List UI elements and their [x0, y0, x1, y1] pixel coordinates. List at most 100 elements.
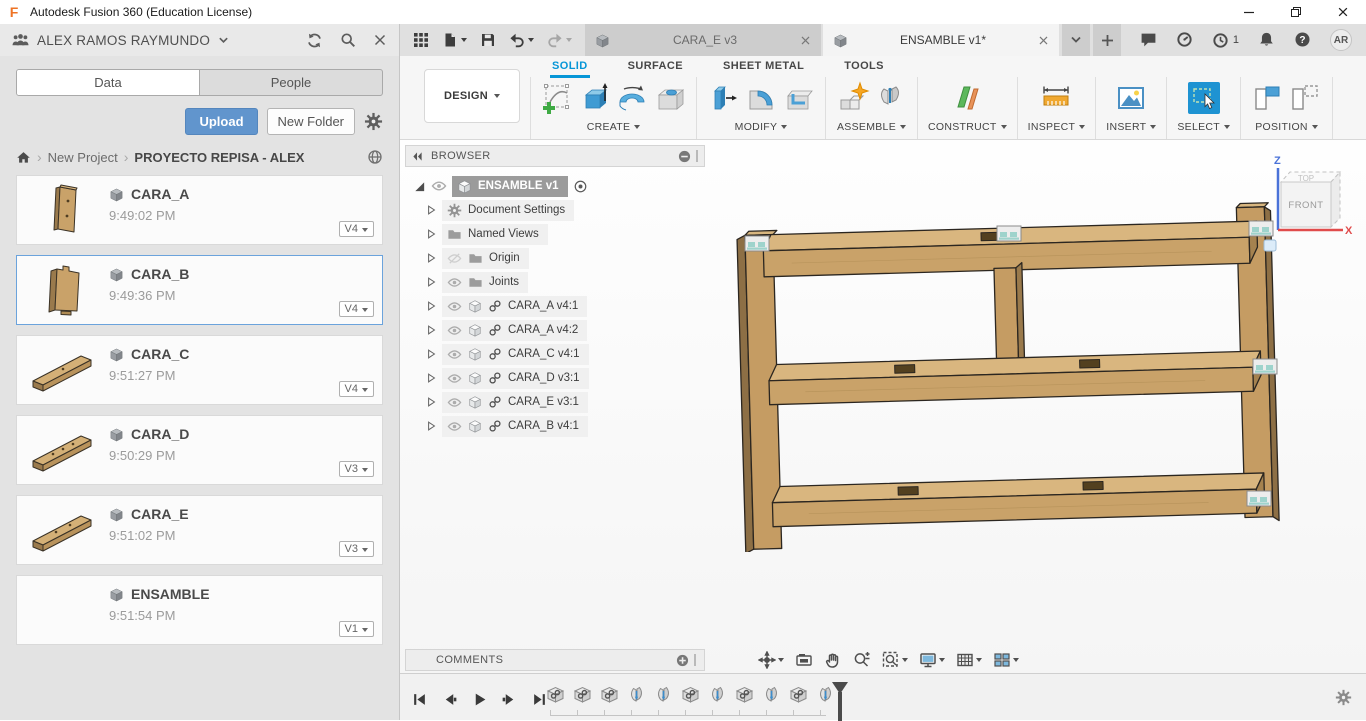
expand-arrow-icon[interactable]	[425, 396, 437, 408]
eye-icon[interactable]	[431, 178, 447, 194]
timeline-step-back-button[interactable]	[442, 692, 457, 707]
look-at-button[interactable]	[795, 651, 813, 669]
timeline-feature-link-icon[interactable]	[572, 684, 593, 705]
tab-sheet-metal[interactable]: SHEET METAL	[721, 56, 806, 78]
create-sketch-icon[interactable]	[541, 81, 575, 115]
minimize-browser-icon[interactable]	[678, 150, 691, 163]
collapse-arrow-icon[interactable]	[413, 180, 426, 193]
construct-dropdown[interactable]: CONSTRUCT	[928, 121, 1007, 133]
eye-icon[interactable]	[447, 395, 462, 410]
inspect-dropdown[interactable]: INSPECT	[1028, 121, 1086, 133]
eye-icon[interactable]	[447, 371, 462, 386]
tree-node-joints[interactable]: Joints	[405, 270, 705, 294]
app-menu-button[interactable]	[413, 32, 429, 48]
expand-arrow-icon[interactable]	[425, 348, 437, 360]
new-folder-button[interactable]: New Folder	[267, 108, 355, 135]
job-status-icon[interactable]	[1176, 31, 1193, 49]
eye-icon[interactable]	[447, 275, 462, 290]
expand-arrow-icon[interactable]	[425, 204, 437, 216]
restore-button[interactable]	[1272, 0, 1319, 24]
comments-icon[interactable]	[1140, 31, 1157, 49]
position-dropdown[interactable]: POSITION	[1255, 121, 1318, 133]
joint-icon[interactable]	[873, 81, 907, 115]
revolve-icon[interactable]	[615, 81, 649, 115]
viewports-button[interactable]	[993, 651, 1019, 669]
team-name[interactable]: ALEX RAMOS RAYMUNDO	[37, 33, 210, 48]
close-button[interactable]	[1319, 0, 1366, 24]
expand-arrow-icon[interactable]	[425, 300, 437, 312]
version-dropdown[interactable]: V1	[339, 621, 374, 637]
timeline-go-to-start-button[interactable]	[412, 692, 427, 707]
new-tab-button[interactable]	[1093, 24, 1121, 56]
select-icon[interactable]	[1187, 81, 1221, 115]
resize-grip[interactable]	[694, 654, 696, 666]
orbit-button[interactable]	[758, 651, 784, 669]
activate-component-icon[interactable]	[573, 179, 588, 194]
save-button[interactable]	[480, 32, 496, 48]
comments-bar[interactable]: COMMENTS	[405, 649, 705, 671]
eye-icon[interactable]	[447, 323, 462, 338]
version-dropdown[interactable]: V3	[339, 541, 374, 557]
collapse-panel-icon[interactable]	[412, 151, 423, 162]
redo-button[interactable]	[547, 32, 572, 48]
undo-button[interactable]	[509, 32, 534, 48]
timeline-feature-link-icon[interactable]	[680, 684, 701, 705]
measure-icon[interactable]	[1039, 81, 1073, 115]
tree-component-cara-c[interactable]: CARA_C v4:1	[405, 342, 705, 366]
hole-icon[interactable]	[652, 81, 686, 115]
viewcube[interactable]: Z X TOP FRONT	[1248, 148, 1356, 263]
data-settings-gear-icon[interactable]	[364, 112, 383, 131]
eye-off-icon[interactable]	[447, 251, 462, 266]
select-dropdown[interactable]: SELECT	[1177, 121, 1230, 133]
breadcrumb-folder[interactable]: PROYECTO REPISA - ALEX	[134, 150, 304, 165]
globe-icon[interactable]	[367, 149, 383, 165]
upload-button[interactable]: Upload	[185, 108, 257, 135]
shell-icon[interactable]	[781, 81, 815, 115]
tree-component-cara-d[interactable]: CARA_D v3:1	[405, 366, 705, 390]
display-settings-button[interactable]	[919, 651, 945, 669]
shelf-3d-model[interactable]	[735, 202, 1285, 552]
assemble-dropdown[interactable]: ASSEMBLE	[837, 121, 906, 133]
add-comment-icon[interactable]	[676, 654, 689, 667]
grid-settings-button[interactable]	[956, 651, 982, 669]
tree-component-cara-e[interactable]: CARA_E v3:1	[405, 390, 705, 414]
timeline-step-forward-button[interactable]	[502, 692, 517, 707]
modify-dropdown[interactable]: MODIFY	[735, 121, 788, 133]
close-tab-icon[interactable]	[800, 35, 811, 46]
list-item-cara-b[interactable]: CARA_B 9:49:36 PM V4	[16, 255, 383, 325]
eye-icon[interactable]	[447, 419, 462, 434]
viewport-canvas[interactable]: Z X TOP FRONT BROWSER ENSAMBLE v1	[400, 140, 1366, 673]
minimize-button[interactable]	[1225, 0, 1272, 24]
fit-button[interactable]	[882, 651, 908, 669]
viewcube-home-icon[interactable]	[1264, 240, 1276, 251]
tree-root-ensamble[interactable]: ENSAMBLE v1	[405, 174, 705, 198]
timeline-feature-link-icon[interactable]	[734, 684, 755, 705]
expand-arrow-icon[interactable]	[425, 228, 437, 240]
list-item-cara-d[interactable]: CARA_D 9:50:29 PM V3	[16, 415, 383, 485]
viewcube-top-label[interactable]: TOP	[1298, 174, 1314, 183]
expand-arrow-icon[interactable]	[425, 372, 437, 384]
timeline-feature-joint-icon[interactable]	[653, 684, 674, 705]
avatar[interactable]: AR	[1330, 29, 1352, 51]
timeline-feature-joint-icon[interactable]	[761, 684, 782, 705]
create-dropdown[interactable]: CREATE	[587, 121, 641, 133]
version-history-icon[interactable]: 1	[1212, 32, 1239, 49]
construct-plane-icon[interactable]	[950, 81, 984, 115]
viewcube-front-label[interactable]: FRONT	[1288, 200, 1323, 211]
version-dropdown[interactable]: V4	[339, 221, 374, 237]
list-item-cara-c[interactable]: CARA_C 9:51:27 PM V4	[16, 335, 383, 405]
refresh-icon[interactable]	[306, 32, 323, 49]
version-dropdown[interactable]: V4	[339, 301, 374, 317]
eye-icon[interactable]	[447, 347, 462, 362]
chevron-down-icon[interactable]	[218, 35, 229, 46]
list-item-cara-a[interactable]: CARA_A 9:49:02 PM V4	[16, 175, 383, 245]
tab-data[interactable]: Data	[17, 70, 199, 95]
close-panel-icon[interactable]	[373, 33, 387, 47]
pan-button[interactable]	[824, 651, 842, 669]
expand-arrow-icon[interactable]	[425, 420, 437, 432]
insert-dropdown[interactable]: INSERT	[1106, 121, 1156, 133]
version-dropdown[interactable]: V4	[339, 381, 374, 397]
tree-component-cara-b[interactable]: CARA_B v4:1	[405, 414, 705, 438]
tree-component-cara-a-2[interactable]: CARA_A v4:2	[405, 318, 705, 342]
search-icon[interactable]	[340, 32, 356, 48]
